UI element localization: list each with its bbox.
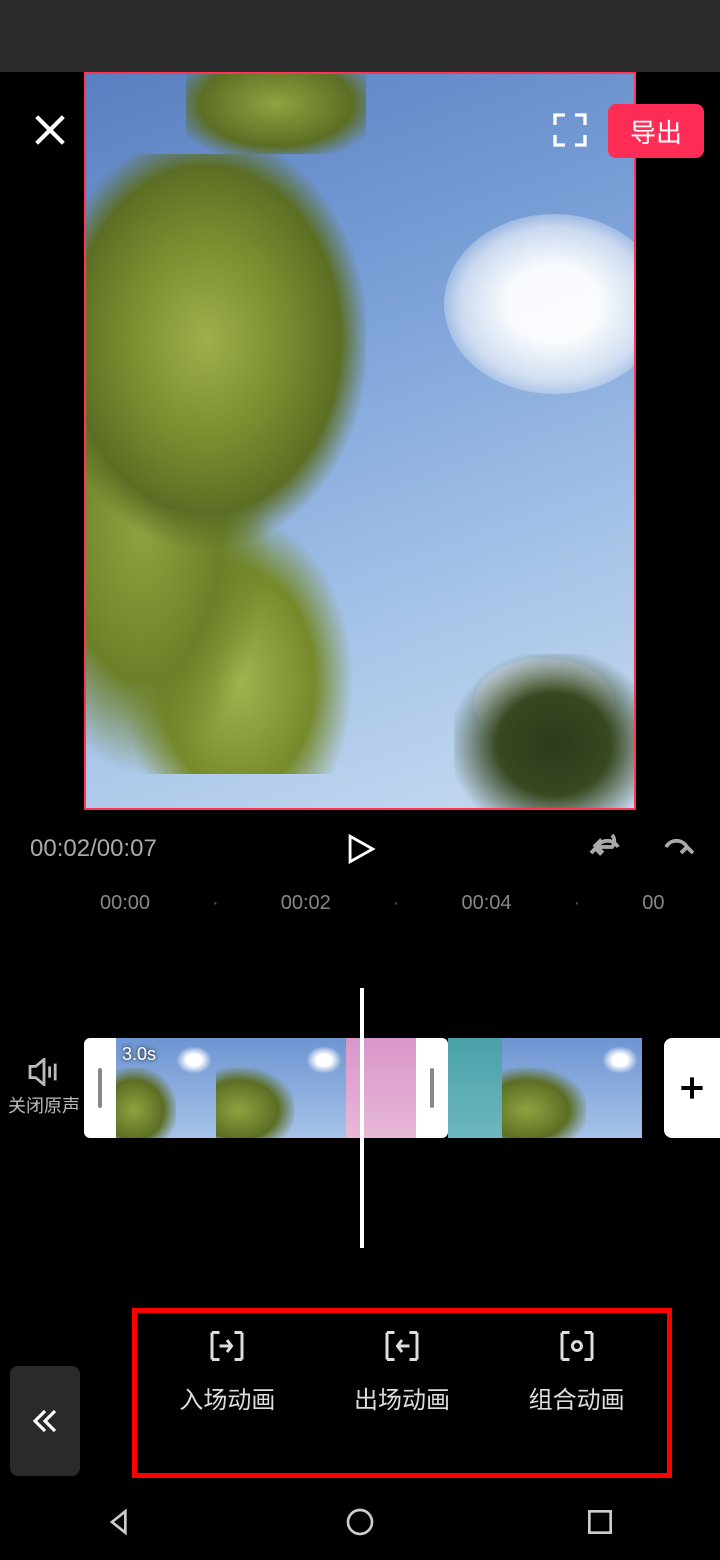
- redo-icon: [660, 831, 696, 863]
- ruler-dot: ·: [393, 892, 400, 915]
- clip-thumbnail[interactable]: [216, 1038, 346, 1138]
- redo-button[interactable]: [660, 831, 696, 868]
- clip-thumbnail[interactable]: [448, 1038, 502, 1138]
- clip-thumbnail[interactable]: [502, 1038, 642, 1138]
- ruler-tick: 00: [642, 892, 664, 915]
- status-bar: [0, 0, 720, 72]
- clip-thumbnail[interactable]: [346, 1038, 416, 1138]
- time-display: 00:02/00:07: [30, 835, 157, 863]
- combo-animation-button[interactable]: 组合动画: [529, 1326, 625, 1415]
- animation-toolbar: 入场动画 出场动画 组合动画: [0, 1308, 720, 1488]
- time-ruler[interactable]: 00:00 · 00:02 · 00:04 · 00: [0, 888, 720, 918]
- tool-label: 出场动画: [354, 1387, 450, 1414]
- export-label: 导出: [630, 113, 682, 150]
- combo-animation-icon: [556, 1326, 598, 1366]
- clip-handle-right[interactable]: [416, 1038, 448, 1138]
- collapse-toolbar-button[interactable]: [10, 1366, 80, 1476]
- close-icon: [30, 110, 70, 150]
- preview-image: [86, 74, 634, 808]
- nav-recent-icon: [584, 1506, 616, 1538]
- undo-button[interactable]: [588, 831, 624, 868]
- out-animation-icon: [381, 1326, 423, 1366]
- mute-label: 关闭原声: [8, 1096, 80, 1116]
- timeline[interactable]: 关闭原声 3.0s: [0, 918, 720, 1288]
- close-button[interactable]: [30, 110, 70, 150]
- playhead[interactable]: [360, 988, 364, 1248]
- mute-audio-button[interactable]: 关闭原声: [8, 1058, 80, 1118]
- clip-thumbnail[interactable]: 3.0s: [116, 1038, 216, 1138]
- chevron-double-left-icon: [30, 1406, 60, 1436]
- play-icon: [343, 832, 377, 866]
- ruler-tick: 00:00: [100, 892, 150, 915]
- clip-handle-left[interactable]: [84, 1038, 116, 1138]
- nav-home-button[interactable]: [344, 1506, 376, 1543]
- tool-label: 入场动画: [179, 1387, 275, 1414]
- fullscreen-icon: [550, 110, 590, 150]
- system-nav-bar: [0, 1488, 720, 1560]
- ruler-dot: ·: [212, 892, 219, 915]
- tool-label: 组合动画: [529, 1387, 625, 1414]
- playback-bar: 00:02/00:07: [0, 810, 720, 888]
- undo-icon: [588, 831, 624, 863]
- play-button[interactable]: [343, 832, 377, 866]
- preview-frame[interactable]: [84, 72, 636, 810]
- video-preview-area: 导出: [0, 72, 720, 810]
- export-button[interactable]: 导出: [608, 104, 704, 158]
- nav-home-icon: [344, 1506, 376, 1538]
- ruler-tick: 00:02: [281, 892, 331, 915]
- ruler-tick: 00:04: [461, 892, 511, 915]
- nav-recent-button[interactable]: [584, 1506, 616, 1543]
- in-animation-icon: [206, 1326, 248, 1366]
- add-clip-button[interactable]: [664, 1038, 720, 1138]
- nav-back-icon: [104, 1506, 136, 1538]
- speaker-mute-icon: [27, 1058, 61, 1086]
- clip-duration-badge: 3.0s: [122, 1044, 156, 1065]
- out-animation-button[interactable]: 出场动画: [354, 1326, 450, 1415]
- in-animation-button[interactable]: 入场动画: [179, 1326, 275, 1415]
- nav-back-button[interactable]: [104, 1506, 136, 1543]
- fullscreen-button[interactable]: [550, 110, 590, 150]
- ruler-dot: ·: [574, 892, 581, 915]
- plus-icon: [676, 1072, 708, 1104]
